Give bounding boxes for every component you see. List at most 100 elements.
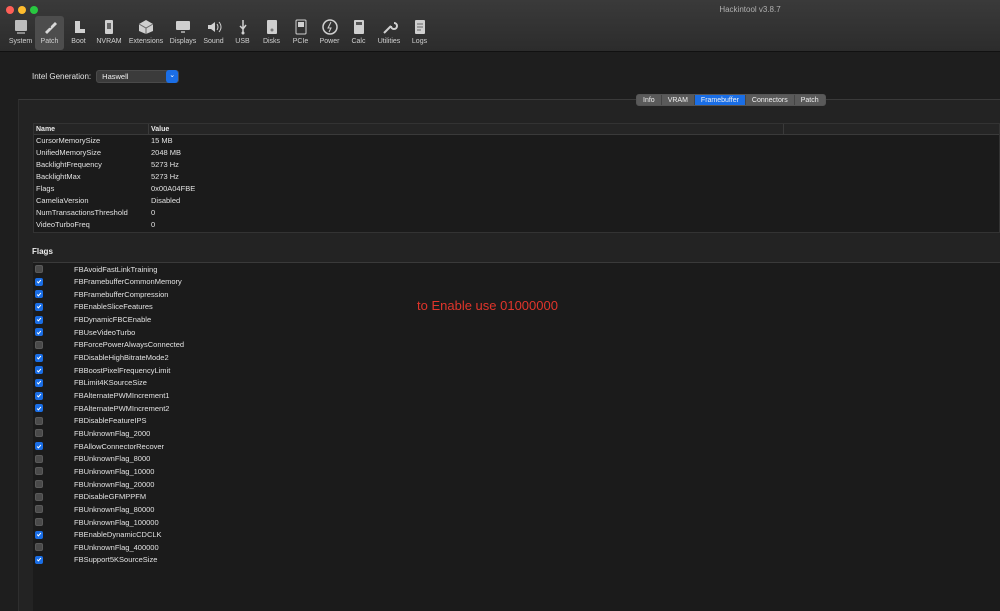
tab-framebuffer[interactable]: Framebuffer (694, 95, 746, 105)
toolbar-system-button[interactable]: System (6, 16, 35, 50)
list-item: FBAlternatePWMIncrement1 (33, 390, 169, 402)
checkmark-icon (36, 558, 42, 563)
flag-checkbox[interactable] (35, 378, 43, 387)
flag-checkbox[interactable] (35, 404, 43, 413)
table-row[interactable]: VideoTurboFreq 0 (34, 219, 999, 231)
flag-checkbox[interactable] (35, 480, 43, 489)
flag-name: FBEnableDynamicCDCLK (74, 530, 162, 540)
flag-name: FBFramebufferCompression (74, 289, 169, 299)
flag-checkbox[interactable] (35, 315, 43, 324)
toolbar-patch-button[interactable]: Patch (35, 16, 64, 50)
flags-list: FBAvoidFastLinkTraining FBFramebufferComm… (33, 262, 1000, 611)
power-icon (321, 19, 338, 35)
property-value: 5273 Hz (151, 172, 179, 181)
toolbar-nvram-button[interactable]: NVRAM (93, 16, 125, 50)
flag-checkbox[interactable] (35, 530, 43, 539)
toolbar-calc-button[interactable]: Calc (344, 16, 373, 50)
toolbar-extensions-button[interactable]: Extensions (125, 16, 167, 50)
calc-icon (353, 20, 364, 34)
flag-checkbox[interactable] (35, 353, 43, 362)
flag-checkbox[interactable] (35, 505, 43, 514)
tab-patch[interactable]: Patch (795, 95, 825, 105)
toolbar-label: NVRAM (96, 38, 122, 45)
flag-checkbox[interactable] (35, 555, 43, 564)
disks-icon (266, 20, 277, 34)
toolbar-usb-button[interactable]: USB (228, 16, 257, 50)
column-header-name[interactable]: Name (34, 124, 149, 134)
intel-generation-label: Intel Generation: (32, 72, 92, 81)
flag-name: FBUnknownFlag_20000 (74, 479, 155, 489)
flag-checkbox[interactable] (35, 366, 43, 375)
list-item: FBDisableGFMPPFM (33, 491, 146, 503)
checkmark-icon (36, 355, 42, 360)
intel-generation-select[interactable]: Haswell ⌄ (96, 70, 180, 83)
extensions-icon (138, 20, 154, 34)
tab-vram[interactable]: VRAM (662, 95, 695, 105)
flag-checkbox[interactable] (35, 391, 43, 400)
flag-name: FBEnableSliceFeatures (74, 302, 153, 312)
toolbar-label: Power (319, 38, 340, 45)
flag-checkbox[interactable] (35, 265, 43, 273)
list-item: FBEnableDynamicCDCLK (33, 529, 162, 541)
flag-checkbox[interactable] (35, 518, 43, 526)
table-row[interactable]: NumTransactionsThreshold 0 (34, 207, 999, 219)
sound-icon (207, 21, 221, 33)
flag-checkbox[interactable] (35, 454, 43, 463)
patch-icon (44, 22, 57, 34)
property-value: 0 (151, 220, 156, 229)
flag-checkbox[interactable] (35, 492, 43, 501)
utilities-icon (383, 22, 398, 34)
list-item: FBEnableSliceFeatures (33, 301, 153, 313)
table-row[interactable]: BacklightFrequency 5273 Hz (34, 159, 999, 171)
toolbar-boot-button[interactable]: Boot (64, 16, 93, 50)
toolbar-pcie-button[interactable]: PCIe (286, 16, 315, 50)
table-row[interactable]: CursorMemorySize 15 MB (34, 135, 999, 147)
flag-name: FBBoostPixelFrequencyLimit (74, 365, 171, 375)
list-item: FBAvoidFastLinkTraining (33, 263, 157, 275)
property-name: CameliaVersion (36, 196, 89, 205)
flag-name: FBUnknownFlag_400000 (74, 542, 159, 552)
flag-checkbox[interactable] (35, 442, 43, 451)
property-name: BacklightMax (36, 172, 81, 181)
flag-name: FBUnknownFlag_100000 (74, 517, 159, 527)
table-row[interactable]: Flags 0x00A04FBE (34, 183, 999, 195)
main-toolbar: System Patch Boot NVRAM Extensions Displays So… (6, 16, 434, 50)
tab-connectors[interactable]: Connectors (746, 95, 795, 105)
toolbar-displays-button[interactable]: Displays (167, 16, 199, 50)
flag-name: FBUnknownFlag_10000 (74, 466, 155, 476)
table-row[interactable]: UnifiedMemorySize 2048 MB (34, 147, 999, 159)
toolbar-label: Disks (262, 38, 281, 45)
toolbar-power-button[interactable]: Power (315, 16, 344, 50)
list-item: FBAlternatePWMIncrement2 (33, 402, 169, 414)
intel-generation-row: Intel Generation: Haswell ⌄ (32, 70, 180, 83)
flag-name: FBUnknownFlag_8000 (74, 454, 151, 464)
flag-checkbox[interactable] (35, 328, 43, 337)
toolbar-utilities-button[interactable]: Utilities (373, 16, 405, 50)
flag-name: FBDisableFeatureIPS (74, 416, 147, 426)
checkmark-icon (36, 406, 42, 411)
flag-checkbox[interactable] (35, 340, 43, 349)
table-body: CursorMemorySize 15 MB UnifiedMemorySize 20… (34, 135, 999, 231)
column-header-value[interactable]: Value (149, 124, 784, 134)
property-name: VideoTurboFreq (36, 220, 90, 229)
list-item: FBUnknownFlag_2000 (33, 427, 150, 439)
toolbar-logs-button[interactable]: Logs (405, 16, 434, 50)
flag-checkbox[interactable] (35, 416, 43, 425)
checkmark-icon (36, 532, 42, 537)
table-row[interactable]: BacklightMax 5273 Hz (34, 171, 999, 183)
flag-checkbox[interactable] (35, 467, 43, 476)
flag-checkbox[interactable] (35, 277, 43, 286)
property-value: 0 (151, 208, 156, 217)
flag-checkbox[interactable] (35, 290, 43, 299)
flag-checkbox[interactable] (35, 429, 43, 438)
list-item: FBUnknownFlag_400000 (33, 541, 159, 553)
flag-checkbox[interactable] (35, 543, 43, 552)
tab-info[interactable]: Info (637, 95, 662, 105)
pcie-icon (295, 19, 306, 35)
list-item: FBUseVideoTurbo (33, 326, 135, 338)
toolbar-disks-button[interactable]: Disks (257, 16, 286, 50)
flag-checkbox[interactable] (35, 302, 43, 311)
table-row[interactable]: CameliaVersion Disabled (34, 195, 999, 207)
list-item: FBForcePowerAlwaysConnected (33, 339, 184, 351)
toolbar-sound-button[interactable]: Sound (199, 16, 228, 50)
